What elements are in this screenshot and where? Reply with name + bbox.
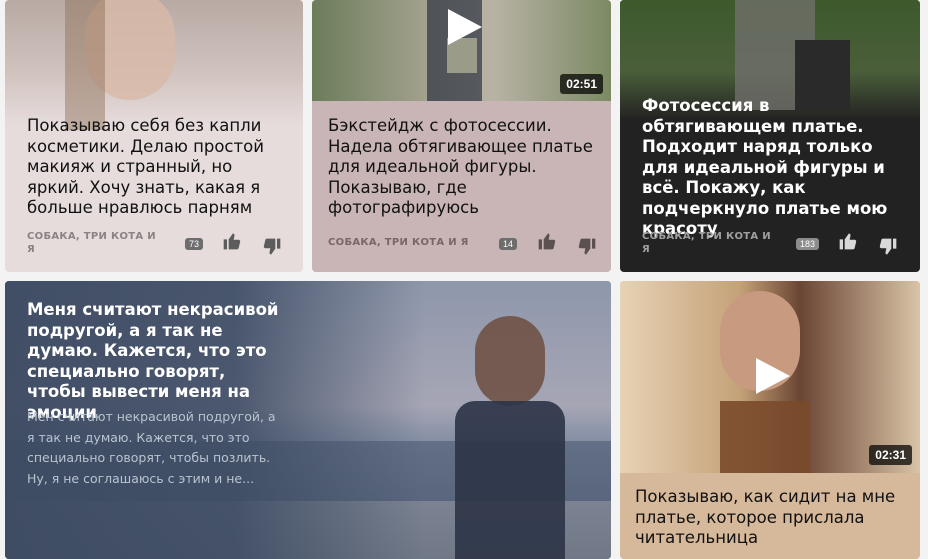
thumbs-up-icon[interactable] — [221, 231, 243, 251]
card-title[interactable]: Показываю, как сидит на мне платье, кото… — [635, 487, 910, 549]
card-title[interactable]: Бэкстейдж с фотосессии. Надела обтягиваю… — [328, 116, 598, 219]
thumbs-up-icon[interactable] — [837, 231, 859, 251]
comments-count[interactable]: 14 — [499, 238, 518, 250]
video-duration: 02:51 — [560, 74, 603, 94]
card-title[interactable]: Показываю себя без капли косметики. Дела… — [27, 116, 277, 219]
card-thumbnail — [5, 0, 303, 130]
card-title[interactable]: Фотосессия в обтягивающем платье. Подход… — [642, 96, 904, 240]
thumbs-down-icon[interactable] — [261, 237, 283, 257]
feed-card-4[interactable]: Меня считают некрасивой подругой, а я та… — [5, 281, 611, 559]
card-title[interactable]: Меня считают некрасивой подругой, а я та… — [27, 300, 287, 423]
play-icon[interactable] — [756, 358, 790, 394]
feed-card-5[interactable]: 02:31 Показываю, как сидит на мне платье… — [620, 281, 920, 559]
play-icon[interactable] — [448, 9, 482, 45]
channel-name[interactable]: СОБАКА, ТРИ КОТА И Я — [27, 230, 167, 256]
channel-name[interactable]: СОБАКА, ТРИ КОТА И Я — [328, 236, 478, 249]
feed-card-1[interactable]: Показываю себя без капли косметики. Дела… — [5, 0, 303, 272]
feed-card-2[interactable]: 02:51 Бэкстейдж с фотосессии. Надела обт… — [312, 0, 611, 272]
channel-name[interactable]: СОБАКА, ТРИ КОТА И Я — [642, 230, 782, 256]
feed-card-3[interactable]: Фотосессия в обтягивающем платье. Подход… — [620, 0, 920, 272]
video-duration: 02:31 — [869, 445, 912, 465]
thumbs-down-icon[interactable] — [576, 237, 598, 257]
thumbs-down-icon[interactable] — [877, 237, 899, 257]
thumbs-up-icon[interactable] — [536, 231, 558, 251]
comments-count[interactable]: 183 — [796, 238, 820, 250]
card-excerpt: Мен считают некрасивой подругой, а я так… — [27, 409, 276, 486]
comments-count[interactable]: 73 — [185, 238, 204, 250]
